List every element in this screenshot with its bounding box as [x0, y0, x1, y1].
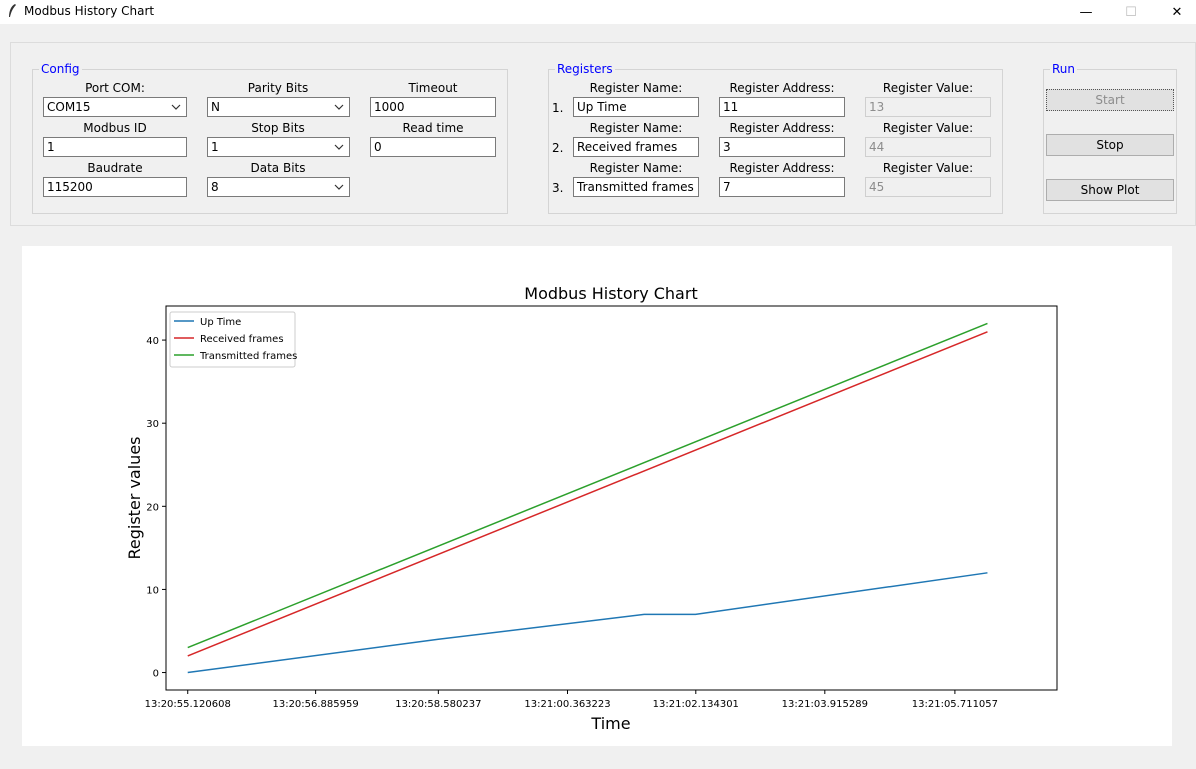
register-value-field: 44 — [865, 137, 991, 157]
stop-button[interactable]: Stop — [1046, 134, 1174, 156]
baudrate-field[interactable]: 115200 — [43, 177, 187, 197]
port-com-value: COM15 — [47, 100, 91, 114]
stop-bits-label: Stop Bits — [251, 121, 305, 135]
register-address-field[interactable]: 11 — [719, 97, 845, 117]
register-row-number: 2. — [552, 141, 564, 155]
x-tick-label: 13:21:00.363223 — [524, 699, 610, 710]
timeout-label: Timeout — [408, 81, 458, 95]
data-bits-label: Data Bits — [250, 161, 306, 175]
timeout-field[interactable]: 1000 — [370, 97, 496, 117]
register-address-label: Register Address: — [729, 121, 835, 135]
register-row-number: 3. — [552, 181, 564, 195]
register-name-field[interactable]: Transmitted frames — [573, 177, 699, 197]
chevron-down-icon — [171, 104, 181, 110]
read-time-field[interactable]: 0 — [370, 137, 496, 157]
x-tick-label: 13:20:56.885959 — [272, 699, 358, 710]
port-com-select[interactable]: COM15 — [43, 97, 187, 117]
data-bits-select[interactable]: 8 — [207, 177, 350, 197]
legend-label-transmitted: Transmitted frames — [199, 351, 297, 362]
chevron-down-icon — [334, 104, 344, 110]
feather-icon — [9, 4, 16, 17]
register-value-field: 13 — [865, 97, 991, 117]
y-tick-label: 20 — [146, 502, 159, 513]
register-name-label: Register Name: — [589, 161, 683, 175]
register-value-field: 45 — [865, 177, 991, 197]
x-tick-label: 13:21:05.711057 — [912, 699, 998, 710]
series-line-0 — [187, 572, 988, 674]
register-name-field[interactable]: Received frames — [573, 137, 699, 157]
register-address-label: Register Address: — [729, 161, 835, 175]
x-tick-label: 13:20:55.120608 — [145, 699, 231, 710]
registers-legend: Registers — [555, 62, 615, 76]
plot-panel: Modbus History Chart 13:20:55.120608 13:2… — [22, 246, 1172, 746]
register-row-number: 1. — [552, 101, 564, 115]
run-legend: Run — [1050, 62, 1078, 76]
chevron-down-icon — [334, 144, 344, 150]
baudrate-label: Baudrate — [87, 161, 143, 175]
register-value-label: Register Value: — [882, 81, 974, 95]
x-tick-label: 13:20:58.580237 — [395, 699, 481, 710]
config-legend: Config — [39, 62, 82, 76]
register-name-label: Register Name: — [589, 121, 683, 135]
register-address-field[interactable]: 7 — [719, 177, 845, 197]
chart-title: Modbus History Chart — [524, 284, 697, 303]
modbus-id-label: Modbus ID — [83, 121, 147, 135]
legend-label-received: Received frames — [200, 334, 284, 345]
y-tick-label: 30 — [146, 419, 159, 430]
window-title: Modbus History Chart — [24, 4, 155, 18]
stop-bits-value: 1 — [211, 140, 219, 154]
legend: Up Time Received frames Transmitted fram… — [169, 311, 297, 368]
x-tick-label: 13:21:03.915289 — [782, 699, 868, 710]
plot-area — [165, 305, 1058, 691]
y-axis-label: Register values — [125, 437, 144, 560]
history-chart: Modbus History Chart 13:20:55.120608 13:2… — [125, 284, 1058, 733]
parity-bits-label: Parity Bits — [247, 81, 309, 95]
register-address-field[interactable]: 3 — [719, 137, 845, 157]
chevron-down-icon — [334, 184, 344, 190]
port-com-label: Port COM: — [85, 81, 145, 95]
register-name-field[interactable]: Up Time — [573, 97, 699, 117]
register-name-label: Register Name: — [589, 81, 683, 95]
y-tick-label: 0 — [153, 669, 159, 680]
data-bits-value: 8 — [211, 180, 219, 194]
x-axis-label: Time — [590, 714, 630, 733]
legend-label-up-time: Up Time — [200, 317, 241, 328]
series-line-2 — [187, 322, 988, 649]
parity-bits-select[interactable]: N — [207, 97, 350, 117]
y-tick-label: 10 — [146, 585, 159, 596]
register-value-label: Register Value: — [882, 121, 974, 135]
title-bar: Modbus History Chart — ☐ ✕ — [0, 0, 1196, 24]
minimize-button[interactable]: — — [1063, 0, 1109, 24]
read-time-label: Read time — [402, 121, 464, 135]
x-tick-label: 13:21:02.134301 — [653, 699, 739, 710]
series-line-1 — [187, 331, 988, 657]
start-button[interactable]: Start — [1046, 89, 1174, 111]
show-plot-button[interactable]: Show Plot — [1046, 179, 1174, 201]
y-tick-label: 40 — [146, 336, 159, 347]
register-value-label: Register Value: — [882, 161, 974, 175]
maximize-button[interactable]: ☐ — [1108, 0, 1154, 24]
register-address-label: Register Address: — [729, 81, 835, 95]
close-button[interactable]: ✕ — [1154, 0, 1196, 24]
parity-bits-value: N — [211, 100, 220, 114]
modbus-id-field[interactable]: 1 — [43, 137, 187, 157]
stop-bits-select[interactable]: 1 — [207, 137, 350, 157]
